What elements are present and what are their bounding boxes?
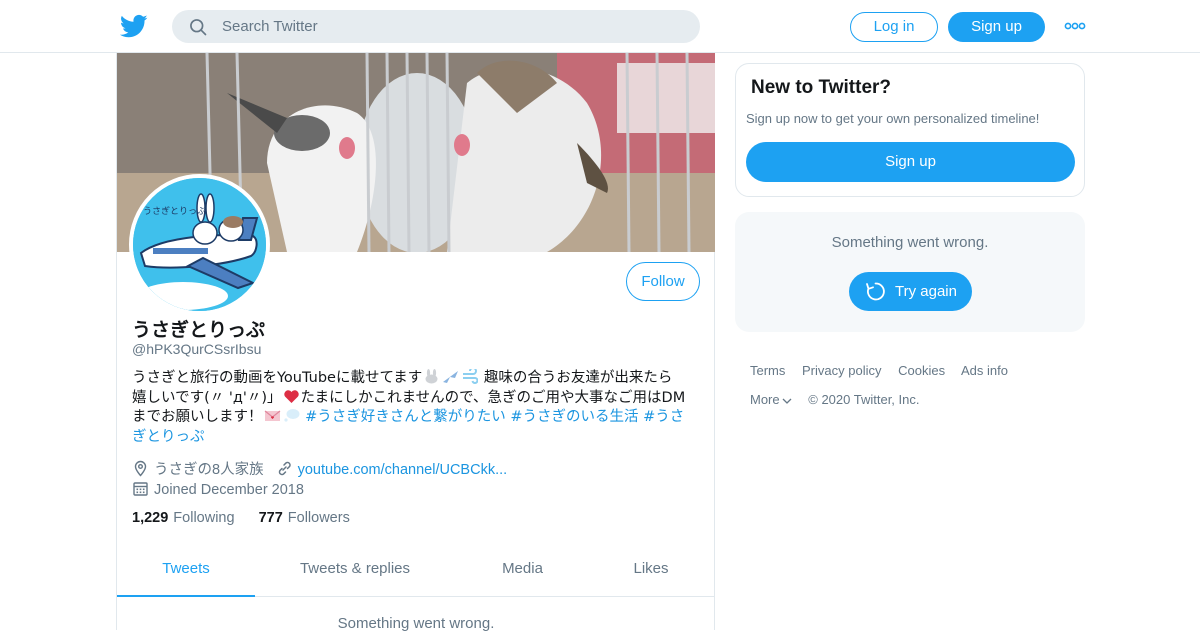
search-bar[interactable] [172, 10, 700, 43]
following-count: 1,229 [132, 510, 169, 526]
refresh-icon [866, 282, 885, 301]
signup-button-header[interactable]: Sign up [948, 12, 1045, 42]
footer-copyright: © 2020 Twitter, Inc. [808, 392, 920, 407]
bio-text: 趣味の合うお友達が出来たら [483, 370, 673, 386]
profile-website-link[interactable]: youtube.com/channel/UCBCkk... [298, 462, 508, 478]
bio-text: 嬉しいです(〃 'д'〃)」 [132, 389, 282, 406]
followers-stat[interactable]: 777 Followers [259, 510, 350, 526]
new-to-twitter-title: New to Twitter? [751, 77, 892, 98]
profile-tabs: Tweets Tweets & replies Media Likes [117, 548, 715, 597]
location-pin-icon [134, 460, 147, 477]
try-again-button[interactable]: Try again [849, 272, 972, 311]
bio-text: たまにしかこれませんので、急ぎのご用や大事なご用はDM [300, 389, 686, 406]
airplane-emoji-icon [443, 371, 459, 383]
rabbit-emoji-icon [425, 369, 438, 384]
thought-balloon-emoji-icon [283, 409, 299, 422]
search-input[interactable] [222, 10, 682, 43]
profile-bio: うさぎと旅行の動画をYouTubeに載せてます 趣味の合うお友達が出来たら 嬉し… [132, 369, 702, 447]
profile-handle[interactable]: @hPK3QurCSsrIbsu [132, 341, 261, 357]
more-dots-icon[interactable] [1064, 17, 1086, 35]
sidebar-footer: Terms Privacy policy Cookies Ads info Mo… [750, 363, 1080, 421]
profile-stats: 1,229 Following 777 Followers [132, 510, 350, 526]
calendar-icon [133, 482, 148, 496]
red-heart-emoji-icon [283, 389, 299, 403]
following-label: Following [173, 510, 235, 526]
link-icon [278, 461, 291, 476]
hashtag-link[interactable]: #うさぎ好きさんと繋がりたい [305, 409, 506, 425]
profile-display-name: うさぎとりっぷ [132, 319, 266, 341]
new-to-twitter-text: Sign up now to get your own personalized… [746, 111, 1040, 126]
profile-joined-row: Joined December 2018 [132, 480, 304, 498]
twitter-bird-icon[interactable] [120, 12, 148, 40]
tab-media[interactable]: Media [455, 548, 590, 597]
dash-emoji-icon [463, 369, 479, 384]
profile-column: うさぎとりっぷ Follow うさぎとりっぷ @hPK3QurCSsrIbsu … [116, 53, 715, 632]
login-button[interactable]: Log in [850, 12, 938, 42]
tab-tweets[interactable]: Tweets [117, 548, 255, 597]
tab-likes[interactable]: Likes [590, 548, 712, 597]
profile-location: うさぎの8人家族 [154, 462, 264, 478]
profile-location-url-row: うさぎの8人家族 youtube.com/channel/UCBCkk... [132, 458, 507, 479]
search-icon [190, 19, 207, 36]
following-stat[interactable]: 1,229 Following [132, 510, 235, 526]
footer-link-privacy[interactable]: Privacy policy [802, 363, 881, 378]
new-to-twitter-card: New to Twitter? Sign up now to get your … [735, 63, 1085, 197]
sidebar-error-message: Something went wrong. [831, 234, 989, 251]
hashtag-link[interactable]: ぎとりっぷ [132, 429, 205, 445]
profile-avatar[interactable]: うさぎとりっぷ [129, 174, 270, 315]
bio-text: までお願いします！ [132, 409, 263, 425]
svg-text:うさぎとりっぷ: うさぎとりっぷ [143, 205, 206, 217]
footer-more-label: More [750, 392, 780, 407]
sidebar-error-card: Something went wrong. Try again [735, 212, 1085, 332]
top-navigation-bar: Log in Sign up [0, 0, 1200, 53]
love-letter-emoji-icon [264, 410, 280, 421]
follow-button[interactable]: Follow [626, 262, 700, 301]
timeline-error-message: Something went wrong. [337, 615, 495, 632]
profile-joined-date: Joined December 2018 [154, 482, 304, 498]
hashtag-link[interactable]: #うさぎのいる生活 [510, 409, 638, 425]
try-again-label: Try again [895, 283, 957, 300]
bio-text: うさぎと旅行の動画をYouTubeに載せてます [132, 370, 423, 386]
footer-link-cookies[interactable]: Cookies [898, 363, 945, 378]
signup-button-sidebar[interactable]: Sign up [746, 142, 1075, 182]
tab-tweets-and-replies[interactable]: Tweets & replies [255, 548, 455, 597]
chevron-down-icon [782, 398, 792, 404]
footer-link-ads-info[interactable]: Ads info [961, 363, 1008, 378]
followers-label: Followers [287, 510, 350, 526]
hashtag-link[interactable]: #うさ [643, 409, 684, 425]
footer-more-button[interactable]: More [750, 392, 792, 407]
footer-link-terms[interactable]: Terms [750, 363, 785, 378]
followers-count: 777 [258, 510, 283, 526]
